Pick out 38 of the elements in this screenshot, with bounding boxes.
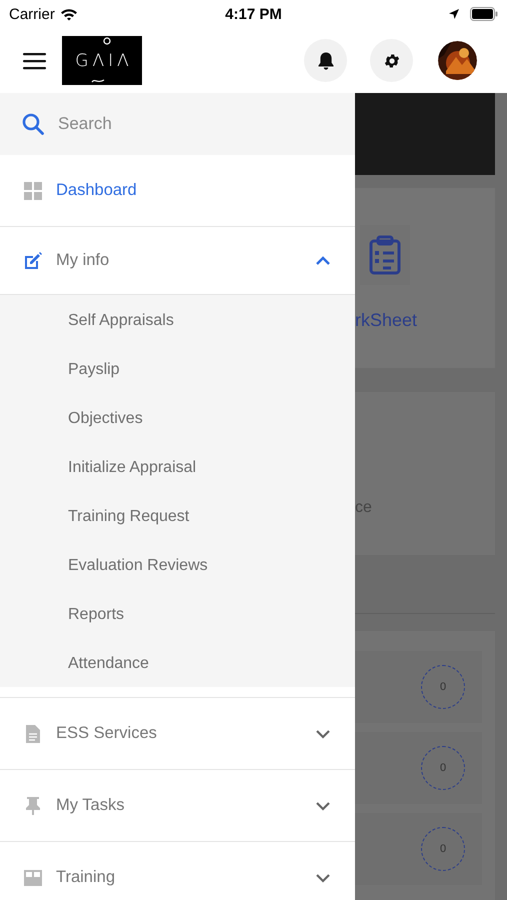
board-icon [24,868,42,886]
logo-wave [91,78,105,84]
bell-icon [316,50,334,70]
chevron-down-icon [315,872,331,884]
chevron-down-icon [315,728,331,740]
clipboard-icon [369,235,401,275]
card-label: rkSheet [355,310,418,331]
submenu-item[interactable]: Objectives [0,393,355,442]
counter-badge: 0 [421,665,465,709]
settings-button[interactable] [370,39,413,82]
logo-mark [103,37,111,45]
edit-icon [24,252,42,270]
carrier-label: Carrier [9,6,55,22]
menu-icon[interactable] [23,52,47,70]
grid-icon [24,182,42,200]
chevron-down-icon [315,800,331,812]
location-icon [448,8,460,20]
submenu-item[interactable]: Self Appraisals [0,295,355,344]
submenu-item[interactable]: Initialize Appraisal [0,442,355,491]
pin-icon [24,796,42,814]
submenu-item[interactable]: Attendance [0,638,355,687]
counter-badge: 0 [421,746,465,790]
chevron-up-icon [315,254,331,266]
clock-time: 4:17 PM [225,6,282,22]
document-icon [24,724,42,742]
notifications-button[interactable] [304,39,347,82]
settings-icon [382,52,400,70]
submenu-item[interactable]: Training Request [0,491,355,540]
search-icon [22,113,44,135]
wifi-icon [60,8,78,20]
submenu-item[interactable]: Reports [0,589,355,638]
logo-text: GΛIΛ [75,50,133,70]
submenu-item[interactable]: Payslip [0,344,355,393]
search-field[interactable]: Search [0,93,355,155]
counter-badge: 0 [421,827,465,871]
submenu-item[interactable]: Evaluation Reviews [0,540,355,589]
search-field[interactable]: Search [56,113,310,135]
battery-icon [470,7,498,21]
